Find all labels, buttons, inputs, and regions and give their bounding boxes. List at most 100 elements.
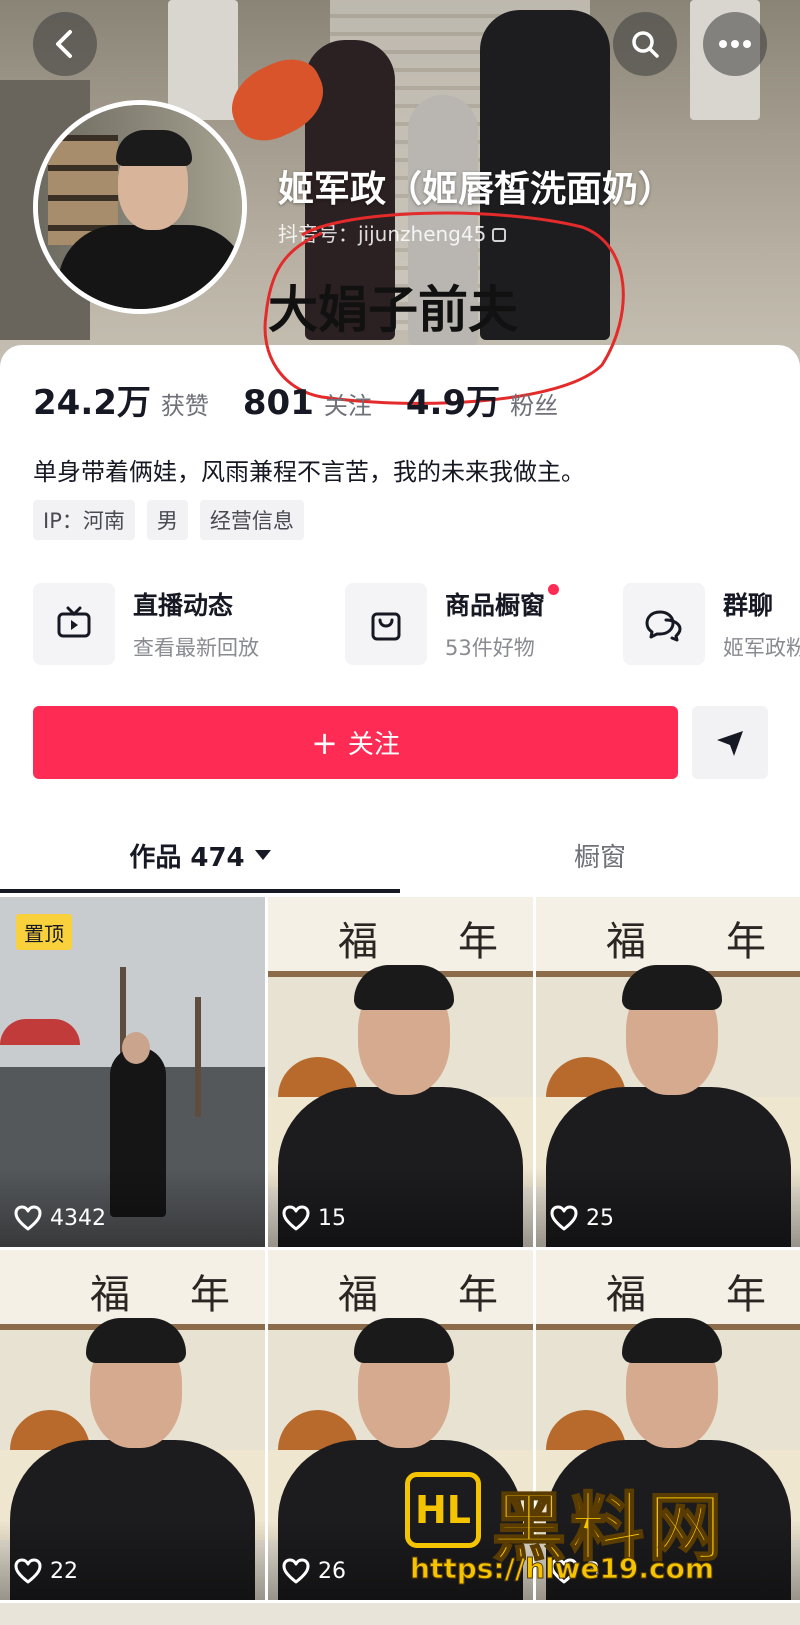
video-thumbnail[interactable]: 置顶 4342 bbox=[0, 897, 265, 1247]
stat-value: 24.2万 bbox=[33, 383, 151, 423]
stone-lantern bbox=[168, 0, 238, 120]
heart-icon bbox=[282, 1205, 310, 1231]
caret-down-icon[interactable] bbox=[254, 850, 271, 860]
feature-subtitle: 53件好物 bbox=[445, 636, 535, 660]
thumb-tree bbox=[195, 997, 201, 1117]
stat-followers[interactable]: 4.9万 粉丝 bbox=[406, 375, 558, 424]
send-arrow-icon bbox=[717, 730, 743, 756]
video-thumbnail[interactable]: 福 年 15 bbox=[268, 897, 533, 1247]
calligraphy-char: 福 bbox=[606, 1272, 646, 1318]
chevron-left-icon bbox=[56, 30, 72, 58]
red-dot-badge bbox=[548, 584, 560, 595]
like-count-text: 4342 bbox=[50, 1205, 106, 1231]
tv-play-icon bbox=[57, 606, 91, 638]
video-thumbnail[interactable]: 福 年 25 bbox=[536, 897, 800, 1247]
pinned-badge: 置顶 bbox=[16, 914, 72, 950]
feature-subtitle: 查看最新回放 bbox=[133, 636, 259, 660]
copy-icon[interactable] bbox=[492, 228, 507, 242]
douyin-id-text: 抖音号：jijunzheng45 bbox=[278, 222, 487, 246]
tab-indicator bbox=[0, 889, 400, 893]
feature-live[interactable]: 直播动态 查看最新回放 bbox=[33, 582, 259, 666]
calligraphy-char: 福 bbox=[338, 919, 378, 965]
feature-subtitle: 姬军政粉 bbox=[723, 636, 800, 660]
thumb-hair bbox=[622, 965, 722, 1010]
feature-title-text: 商品橱窗 bbox=[445, 591, 546, 620]
like-count: 4342 bbox=[14, 1205, 106, 1231]
avatar-body bbox=[58, 225, 242, 309]
tag-gender: 男 bbox=[146, 500, 188, 540]
search-icon bbox=[632, 31, 659, 58]
watermark-logo-icon: HL bbox=[405, 1472, 481, 1548]
profile-tags: IP：河南 男 经营信息 bbox=[33, 500, 316, 540]
calligraphy-char: 福 bbox=[90, 1272, 130, 1318]
stat-value: 4.9万 bbox=[405, 383, 501, 423]
douyin-id[interactable]: 抖音号：jijunzheng45 bbox=[278, 218, 507, 247]
feature-entries: 直播动态 查看最新回放 商品橱窗 53件好物 群聊 姬军政粉 bbox=[33, 582, 800, 666]
thumb-hair bbox=[354, 965, 454, 1010]
stat-label: 关注 bbox=[323, 392, 372, 420]
content-tabs: 作品 474 橱窗 bbox=[0, 820, 800, 894]
share-button[interactable] bbox=[692, 706, 768, 779]
follow-label: 关注 bbox=[347, 730, 400, 760]
stat-label: 粉丝 bbox=[510, 392, 559, 420]
shopping-bag-icon bbox=[371, 612, 401, 641]
like-count: 25 bbox=[550, 1205, 614, 1231]
calligraphy-char: 年 bbox=[726, 1272, 766, 1318]
calligraphy-char: 年 bbox=[190, 1272, 230, 1318]
thumb-hair bbox=[354, 1318, 454, 1363]
stat-value: 801 bbox=[242, 383, 314, 423]
calligraphy-char: 年 bbox=[458, 1272, 498, 1318]
watermark-url: https://hlwe19.com bbox=[409, 1552, 715, 1586]
like-count: 26 bbox=[282, 1558, 346, 1584]
stat-following[interactable]: 801 关注 bbox=[243, 383, 372, 423]
tag-ip-location: IP：河南 bbox=[33, 500, 135, 540]
feature-icon-box bbox=[33, 583, 115, 665]
stat-likes[interactable]: 24.2万 获赞 bbox=[33, 375, 209, 424]
plus-icon: + bbox=[311, 723, 338, 762]
more-button[interactable] bbox=[703, 12, 767, 76]
profile-bio: 单身带着俩娃，风雨兼程不言苦，我的未来我做主。 bbox=[33, 458, 585, 486]
feature-showcase[interactable]: 商品橱窗 53件好物 bbox=[345, 582, 560, 666]
like-count-text: 15 bbox=[318, 1205, 346, 1231]
like-count-text: 22 bbox=[50, 1558, 78, 1584]
avatar-hair bbox=[116, 130, 192, 166]
search-button[interactable] bbox=[613, 12, 677, 76]
back-button[interactable] bbox=[33, 12, 97, 76]
thumb-person-head bbox=[122, 1032, 150, 1064]
video-thumbnail[interactable]: 福 年 22 bbox=[0, 1250, 265, 1600]
feature-title: 直播动态 bbox=[133, 591, 234, 620]
calligraphy-char: 福 bbox=[606, 919, 646, 965]
heart-icon bbox=[14, 1205, 42, 1231]
profile-stats: 24.2万 获赞 801 关注 4.9万 粉丝 bbox=[33, 375, 592, 424]
more-horizontal-icon bbox=[719, 40, 751, 48]
feature-group-chat[interactable]: 群聊 姬军政粉 bbox=[623, 582, 800, 666]
feature-icon-box bbox=[345, 583, 427, 665]
calligraphy-char: 年 bbox=[726, 919, 766, 965]
tab-works-label: 作品 474 bbox=[129, 842, 245, 873]
like-count: 22 bbox=[14, 1558, 78, 1584]
like-count-text: 25 bbox=[586, 1205, 614, 1231]
calligraphy-char: 年 bbox=[458, 919, 498, 965]
heart-icon bbox=[14, 1558, 42, 1584]
tag-business-info[interactable]: 经营信息 bbox=[199, 500, 304, 540]
feature-icon-box bbox=[623, 583, 705, 665]
thumb-hair bbox=[622, 1318, 722, 1363]
annotation-text: 大娟子前夫 bbox=[268, 281, 518, 339]
next-row-thumbnails bbox=[0, 1603, 800, 1625]
profile-username: 姬军政（姬唇皙洗面奶） bbox=[278, 169, 675, 210]
calligraphy-char: 福 bbox=[338, 1272, 378, 1318]
heart-icon bbox=[282, 1558, 310, 1584]
thumb-hair bbox=[86, 1318, 186, 1363]
chat-bubbles-icon bbox=[645, 610, 682, 642]
heart-icon bbox=[550, 1205, 578, 1231]
profile-page: 姬军政（姬唇皙洗面奶） 抖音号：jijunzheng45 大娟子前夫 24.2万… bbox=[0, 0, 800, 1625]
avatar[interactable] bbox=[33, 100, 247, 314]
follow-button[interactable]: + 关注 bbox=[33, 706, 678, 779]
tab-showcase[interactable]: 橱窗 bbox=[400, 820, 800, 890]
tab-works[interactable]: 作品 474 bbox=[0, 820, 400, 890]
like-count-text: 26 bbox=[318, 1558, 346, 1584]
feature-title: 群聊 bbox=[723, 591, 774, 620]
thumb-umbrella bbox=[0, 1019, 80, 1045]
like-count: 15 bbox=[282, 1205, 346, 1231]
feature-title: 商品橱窗 bbox=[445, 584, 560, 622]
